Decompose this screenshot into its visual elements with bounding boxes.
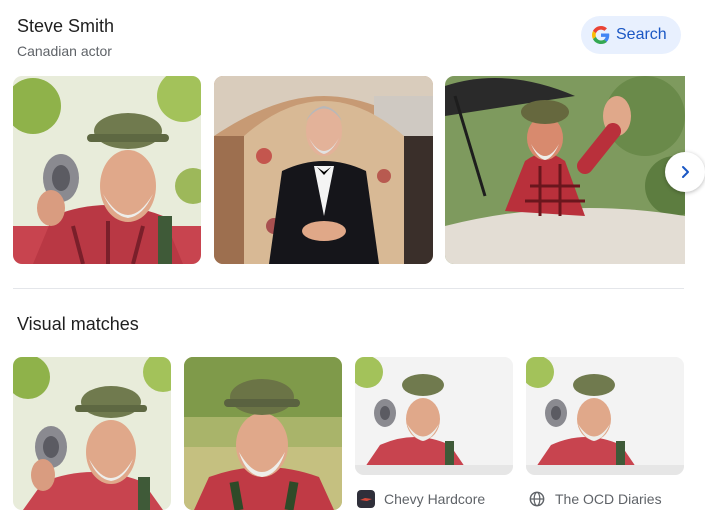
source-label: Chevy Hardcore: [384, 491, 486, 507]
visual-match-2-image[interactable]: [184, 357, 342, 510]
entity-image-2[interactable]: [214, 76, 433, 264]
search-button-label: Search: [616, 26, 667, 43]
actor-photo-1: [13, 76, 201, 264]
visual-match-1-image[interactable]: [13, 357, 171, 510]
entity-title: Steve Smith: [17, 16, 115, 36]
entity-image-3[interactable]: [445, 76, 685, 264]
chevron-right-icon: [682, 166, 689, 178]
source-label: The OCD Diaries: [555, 491, 662, 507]
visual-matches-title: Visual matches: [17, 314, 139, 334]
actor-photo-3: [445, 76, 685, 264]
carousel-next-button[interactable]: [665, 152, 705, 192]
globe-icon: [528, 490, 546, 508]
visual-match-3-image[interactable]: [355, 357, 513, 475]
visual-match-1[interactable]: [13, 357, 171, 510]
entity-subtitle: Canadian actor: [17, 43, 112, 59]
visual-match-2[interactable]: [184, 357, 342, 510]
actor-photo-2: [214, 76, 433, 264]
visual-match-4[interactable]: The OCD Diaries: [526, 357, 684, 507]
visual-match-4-source[interactable]: The OCD Diaries: [528, 490, 662, 508]
visual-match-3[interactable]: Chevy Hardcore: [355, 357, 513, 508]
google-search-button[interactable]: Search: [581, 16, 681, 54]
chevy-hardcore-favicon: [357, 490, 375, 508]
google-g-icon: [592, 26, 610, 44]
entity-image-1[interactable]: [13, 76, 201, 264]
visual-match-3-source[interactable]: Chevy Hardcore: [357, 490, 485, 508]
section-divider: [13, 288, 684, 289]
image-carousel: [0, 76, 705, 264]
visual-match-4-image[interactable]: [526, 357, 684, 475]
